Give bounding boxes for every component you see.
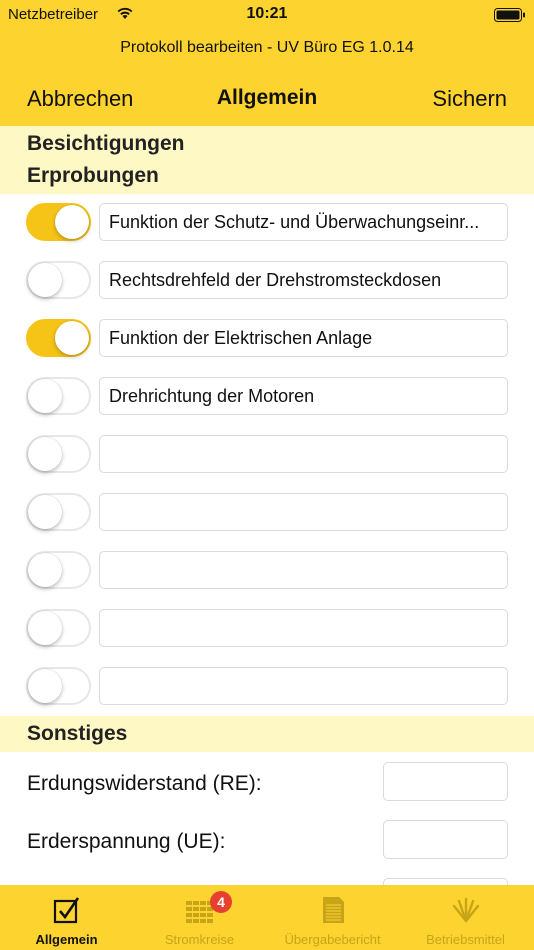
toggle-switch[interactable] (26, 377, 91, 415)
text-field[interactable] (99, 435, 508, 473)
measurement-label: Erderspannung (UE): (27, 830, 226, 853)
text-field[interactable] (99, 609, 508, 647)
notification-badge: 4 (210, 891, 232, 913)
text-field[interactable] (99, 493, 508, 531)
text-field[interactable]: Funktion der Elektrischen Anlage (99, 319, 508, 357)
erprobung-row: Funktion der Schutz- und Überwachungsein… (0, 196, 534, 254)
toggle-switch[interactable] (26, 551, 91, 589)
measurement-row: Erderspannung (UE): (0, 820, 534, 878)
erprobung-row (0, 660, 534, 718)
lamp-icon (452, 897, 479, 923)
erprobung-row: Drehrichtung der Motoren (0, 370, 534, 428)
section-besichtigungen[interactable]: Besichtigungen (0, 126, 534, 162)
erprobung-row: Rechtsdrehfeld der Drehstromsteckdosen (0, 254, 534, 312)
tab-label: Betriebsmittel (426, 932, 505, 947)
toggle-knob (28, 263, 62, 297)
header-subtitle: Protokoll bearbeiten - UV Büro EG 1.0.14 (120, 39, 414, 56)
tab-bar: Allgemein 4 Stromkreise Übergabebericht (0, 885, 534, 950)
toggle-knob (28, 379, 62, 413)
tab-label: Übergabebericht (284, 932, 381, 947)
tab-label: Stromkreise (164, 932, 235, 947)
value-field[interactable] (383, 762, 508, 801)
section-sonstiges: Sonstiges (0, 716, 534, 752)
measurement-row: Erdungswiderstand (RE): (0, 762, 534, 820)
erprobung-row (0, 602, 534, 660)
text-field[interactable]: Rechtsdrehfeld der Drehstromsteckdosen (99, 261, 508, 299)
toggle-knob (28, 495, 62, 529)
toggle-switch[interactable] (26, 493, 91, 531)
toggle-switch[interactable] (26, 319, 91, 357)
toggle-knob (55, 321, 89, 355)
toggle-switch[interactable] (26, 609, 91, 647)
toggle-switch[interactable] (26, 203, 91, 241)
toggle-knob (28, 669, 62, 703)
save-button[interactable]: Sichern (432, 86, 507, 112)
tab-allgemein[interactable]: Allgemein (0, 885, 133, 950)
erprobung-row (0, 428, 534, 486)
toggle-knob (28, 437, 62, 471)
cancel-button[interactable]: Abbrechen (27, 86, 133, 112)
tab-betriebsmittel[interactable]: Betriebsmittel (399, 885, 532, 950)
toggle-knob (55, 205, 89, 239)
text-field[interactable] (99, 551, 508, 589)
tab-label: Allgemein (35, 932, 98, 947)
status-time: 10:21 (246, 5, 288, 22)
measurement-label: Erdungswiderstand (RE): (27, 772, 262, 795)
checkbox-icon (53, 897, 79, 924)
battery-icon (494, 8, 525, 22)
section-erprobungen: Erprobungen (0, 158, 534, 194)
value-field[interactable] (383, 820, 508, 859)
toggle-knob (28, 611, 62, 645)
toggle-knob (28, 553, 62, 587)
text-field[interactable] (99, 667, 508, 705)
tab-uebergabebericht[interactable]: Übergabebericht (266, 885, 399, 950)
status-bar: Netzbetreiber 10:21 (0, 0, 534, 30)
erprobung-row: Funktion der Elektrischen Anlage (0, 312, 534, 370)
toggle-switch[interactable] (26, 261, 91, 299)
text-field[interactable]: Drehrichtung der Motoren (99, 377, 508, 415)
document-icon (322, 897, 344, 923)
text-field[interactable]: Funktion der Schutz- und Überwachungsein… (99, 203, 508, 241)
toggle-switch[interactable] (26, 435, 91, 473)
erprobung-row (0, 544, 534, 602)
header-area: Netzbetreiber 10:21 Protokoll bearbeiten… (0, 0, 534, 126)
erprobung-row (0, 486, 534, 544)
toggle-switch[interactable] (26, 667, 91, 705)
tab-stromkreise[interactable]: 4 Stromkreise (133, 885, 266, 950)
